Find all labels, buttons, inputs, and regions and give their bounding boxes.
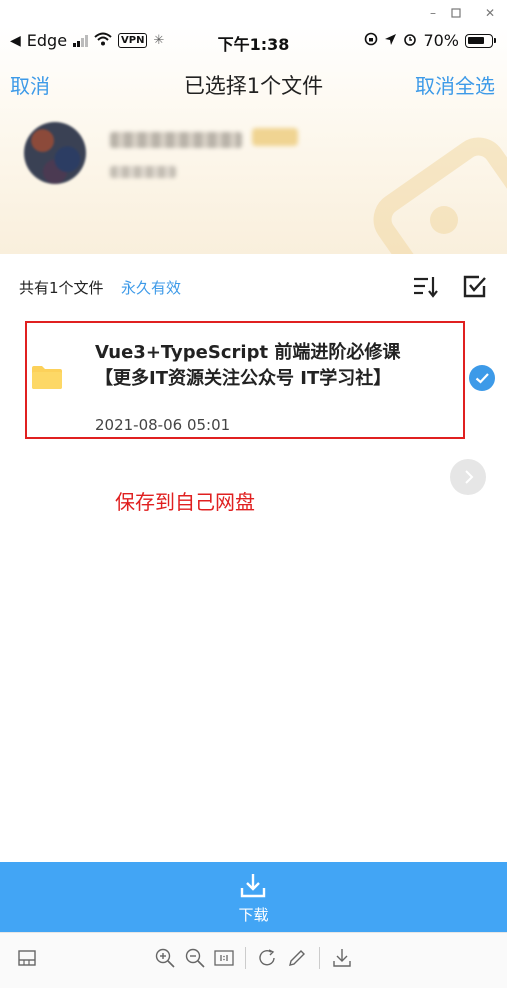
multi-select-icon[interactable] — [462, 274, 488, 300]
maximize-icon[interactable] — [447, 4, 465, 22]
window-chrome: – ✕ — [0, 0, 507, 26]
sort-icon[interactable] — [412, 274, 440, 300]
annotation-highlight-box — [25, 321, 465, 439]
cancel-all-button[interactable]: 取消全选 — [415, 70, 495, 99]
toolbar-divider — [319, 947, 320, 969]
bottom-toolbar — [0, 932, 507, 988]
chevron-right-icon[interactable] — [450, 459, 486, 495]
vip-badge-blurred — [252, 128, 298, 146]
location-icon — [384, 31, 397, 50]
status-bar: ◀ Edge VPN ✳ 下午1:38 70% — [0, 26, 507, 56]
battery-icon — [465, 33, 496, 48]
zoom-in-icon[interactable] — [154, 947, 176, 969]
alarm-icon — [403, 31, 417, 50]
download-button[interactable]: 下载 — [0, 862, 507, 932]
close-icon[interactable]: ✕ — [481, 4, 499, 22]
rotate-icon[interactable] — [256, 947, 278, 969]
rotation-lock-icon — [364, 31, 378, 50]
edit-icon[interactable] — [286, 947, 308, 969]
minimize-icon[interactable]: – — [424, 4, 442, 22]
file-count-label: 共有1个文件 — [19, 279, 104, 297]
actual-size-icon[interactable] — [213, 947, 235, 969]
save-download-icon[interactable] — [331, 947, 353, 969]
decorative-shape — [362, 126, 507, 254]
file-list-header: 共有1个文件 永久有效 — [0, 270, 507, 304]
sharer-subtitle-blurred — [110, 166, 176, 178]
download-label: 下载 — [238, 906, 269, 924]
zoom-out-icon[interactable] — [184, 947, 206, 969]
nav-bar: 取消 已选择1个文件 取消全选 — [0, 66, 507, 102]
avatar — [24, 122, 86, 184]
annotation-note: 保存到自己网盘 — [115, 490, 255, 514]
battery-percent: 70% — [423, 31, 459, 50]
decorative-dot — [430, 206, 458, 234]
validity-label: 永久有效 — [121, 279, 182, 297]
panel-toggle-icon[interactable] — [16, 947, 38, 969]
selected-check-icon[interactable] — [469, 365, 495, 391]
download-icon — [239, 872, 267, 900]
toolbar-divider — [245, 947, 246, 969]
sharer-name-blurred — [110, 132, 242, 148]
